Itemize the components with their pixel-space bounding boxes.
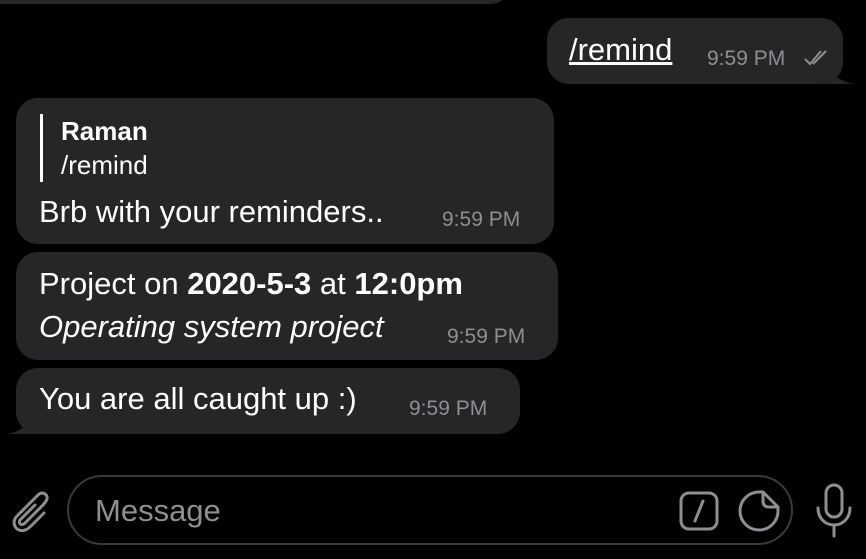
incoming-status-message[interactable]: You are all caught up :) 9:59 PM — [16, 368, 520, 434]
reply-quoted-text: /remind — [61, 150, 148, 180]
reply-sender-name: Raman — [61, 116, 148, 146]
incoming-reminder-message[interactable]: Project on 2020-5-3 at 12:0pm Operating … — [16, 252, 558, 360]
incoming-reply-message[interactable]: Raman /remind Brb with your reminders.. … — [16, 98, 554, 244]
reminder-date: 2020-5-3 — [187, 266, 312, 301]
message-composer[interactable] — [67, 475, 793, 545]
reminder-line-1: Project on 2020-5-3 at 12:0pm — [39, 266, 463, 301]
slash-command-icon[interactable] — [679, 491, 719, 531]
reminder-line-2: Operating system project — [39, 309, 384, 344]
message-text: You are all caught up :) — [39, 381, 357, 416]
message-time: 9:59 PM — [409, 397, 488, 420]
reply-quote[interactable]: Raman /remind — [40, 114, 148, 182]
command-link[interactable]: /remind — [569, 31, 672, 69]
paperclip-icon[interactable] — [4, 485, 50, 535]
message-text: Brb with your reminders.. — [39, 194, 384, 229]
message-time: 9:59 PM — [447, 325, 526, 348]
previous-message-bubble — [0, 0, 512, 4]
bubble-tail — [8, 412, 36, 434]
sticker-icon[interactable] — [737, 489, 781, 533]
outgoing-message[interactable]: /remind 9:59 PM — [547, 18, 843, 84]
reminder-time: 12:0pm — [354, 266, 463, 301]
message-input[interactable] — [93, 487, 657, 535]
message-time: 9:59 PM — [442, 208, 521, 231]
microphone-icon[interactable] — [810, 482, 858, 540]
bubble-tail — [825, 62, 853, 84]
message-time: 9:59 PM — [707, 47, 786, 70]
